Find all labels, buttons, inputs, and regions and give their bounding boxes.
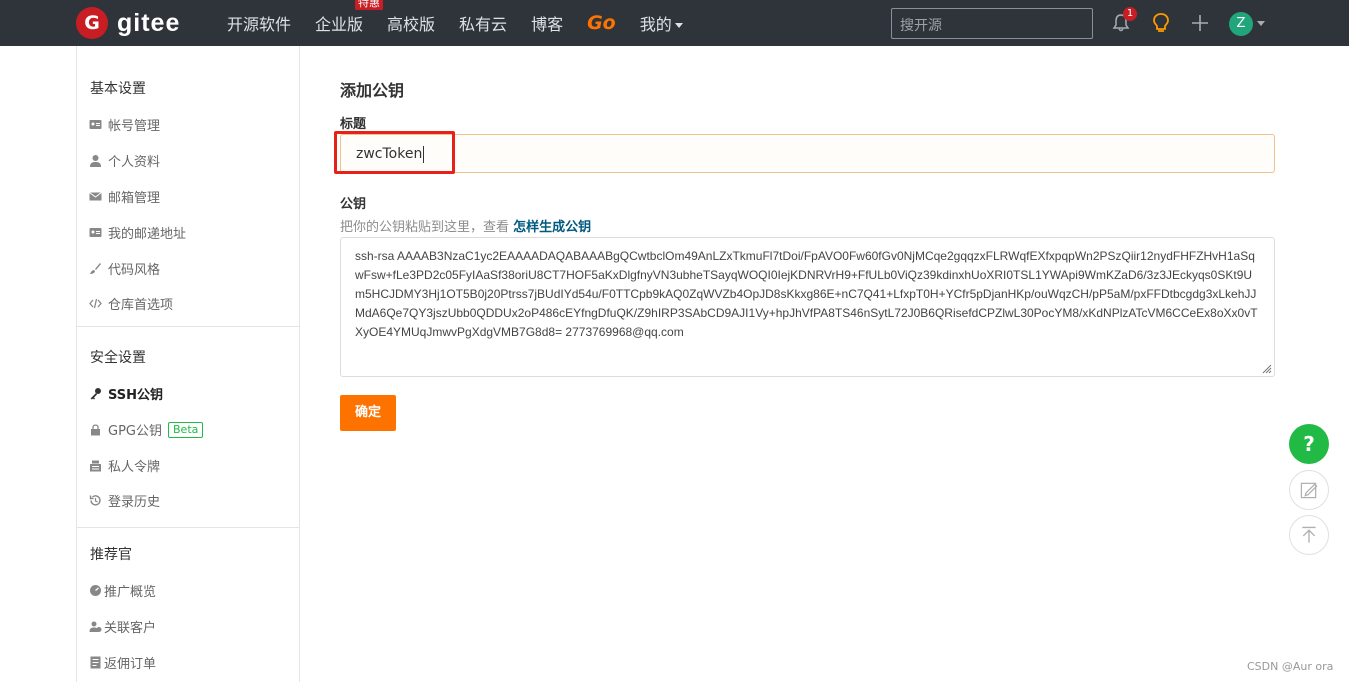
watermark: CSDN @Aur ora [1247,660,1334,673]
nav-private-cloud[interactable]: 私有云 [459,11,507,35]
sidebar-item-label: 帐号管理 [108,119,161,134]
how-to-generate-link[interactable]: 怎样生成公钥 [513,220,591,235]
sidebar-item-linked-customers[interactable]: 关联客户 [89,617,156,636]
sidebar-item-label: 仓库首选项 [108,298,174,313]
mail-icon [89,192,102,201]
nav-enterprise-label: 企业版 [315,15,364,34]
plus-icon[interactable] [1190,13,1210,33]
public-key-textarea[interactable]: ssh-rsa AAAAB3NzaC1yc2EAAAADAQABAAABgQCw… [340,237,1275,377]
id-card-icon [89,120,102,129]
hint-text: 把你的公钥粘贴到这里，查看 [340,220,510,235]
main-nav: 开源软件 企业版 特惠 高校版 私有云 博客 Go 我的 [227,0,707,46]
page-title: 添加公钥 [340,81,405,100]
sidebar-heading-basic: 基本设置 [90,81,146,97]
sidebar-item-label: SSH公钥 [108,388,164,403]
nav-mine-label: 我的 [639,15,672,34]
edit-icon [1300,482,1318,499]
feedback-button[interactable] [1289,470,1329,510]
sidebar-item-tokens[interactable]: 私人令牌 [89,456,160,475]
arrow-up-icon [1302,526,1316,543]
sidebar-item-email[interactable]: 邮箱管理 [89,187,160,206]
sidebar-item-ssh-keys[interactable]: SSH公钥 [89,384,163,403]
brand-name: gitee [117,8,181,37]
hot-badge: 特惠 [355,0,384,10]
sidebar-item-promo-overview[interactable]: 推广概览 [89,581,156,600]
address-card-icon [89,228,102,237]
sidebar-item-account[interactable]: 帐号管理 [89,115,160,134]
sidebar-item-profile[interactable]: 个人资料 [89,151,160,170]
nav-blog[interactable]: 博客 [531,11,563,35]
sidebar-divider [77,326,299,327]
nav-education[interactable]: 高校版 [387,11,435,35]
order-icon [90,656,101,669]
sidebar-item-code-style[interactable]: 代码风格 [89,259,160,278]
public-key-hint: 把你的公钥粘贴到这里，查看 怎样生成公钥 [340,216,591,235]
users-icon [89,621,102,632]
history-icon [89,495,101,506]
sidebar-divider [77,527,299,528]
lock-icon [91,424,100,436]
gitee-logo[interactable]: gitee [76,7,180,39]
search-input[interactable]: 搜开源 [891,8,1093,39]
dashboard-icon [90,585,101,596]
sidebar-heading-security: 安全设置 [90,350,146,366]
help-button[interactable]: ? [1289,424,1329,464]
sidebar-heading-referral: 推荐官 [90,547,132,563]
confirm-button[interactable]: 确定 [340,395,396,431]
sidebar-item-label: 返佣订单 [104,657,157,672]
code-icon [89,298,102,309]
lightbulb-icon[interactable] [1151,12,1171,34]
brush-icon [90,263,101,274]
sidebar-item-label: 私人令牌 [108,460,161,475]
title-input[interactable]: zwcToken [340,134,1275,173]
sidebar-item-label: 个人资料 [108,155,161,170]
resize-handle-icon[interactable] [1260,362,1272,374]
sidebar-item-label: 推广概览 [104,585,157,600]
sidebar-item-label: 代码风格 [108,263,161,278]
settings-sidebar: 基本设置 帐号管理 个人资料 邮箱管理 我的邮递地址 代码风格 仓库首选项 安全… [76,46,300,682]
beta-badge: Beta [168,421,204,438]
avatar[interactable]: Z [1229,12,1253,36]
top-navbar: gitee 开源软件 企业版特惠 高校版 私有云 博客 Go 我的 搜开源 1 … [0,0,1349,46]
title-label: 标题 [340,117,367,132]
user-icon [90,155,101,167]
notification-count: 1 [1123,7,1137,21]
sidebar-item-commission-orders[interactable]: 返佣订单 [89,653,156,672]
sidebar-item-login-history[interactable]: 登录历史 [89,491,160,510]
key-icon [90,388,101,400]
nav-go[interactable]: Go [587,12,616,34]
avatar-chevron-down-icon[interactable] [1257,21,1265,26]
sidebar-item-label: 我的邮递地址 [108,227,187,242]
sidebar-item-label: 关联客户 [104,621,157,636]
gitee-logo-icon [76,7,108,39]
sidebar-item-label: 登录历史 [108,495,161,510]
sidebar-item-label: 邮箱管理 [108,191,161,206]
chevron-down-icon [674,23,683,28]
sidebar-item-label: GPG公钥 [108,424,162,439]
nav-enterprise[interactable]: 企业版 特惠 [315,0,384,35]
sidebar-item-gpg-keys[interactable]: GPG公钥 Beta [89,420,204,439]
back-to-top-button[interactable] [1289,515,1329,555]
sidebar-item-repo-prefs[interactable]: 仓库首选项 [89,294,173,313]
token-icon [90,460,101,472]
annotation-highlight-box [334,131,455,174]
public-key-label: 公钥 [340,197,367,212]
sidebar-item-address[interactable]: 我的邮递地址 [89,223,186,242]
nav-open-source[interactable]: 开源软件 [227,11,291,35]
nav-mine[interactable]: 我的 [640,11,683,35]
